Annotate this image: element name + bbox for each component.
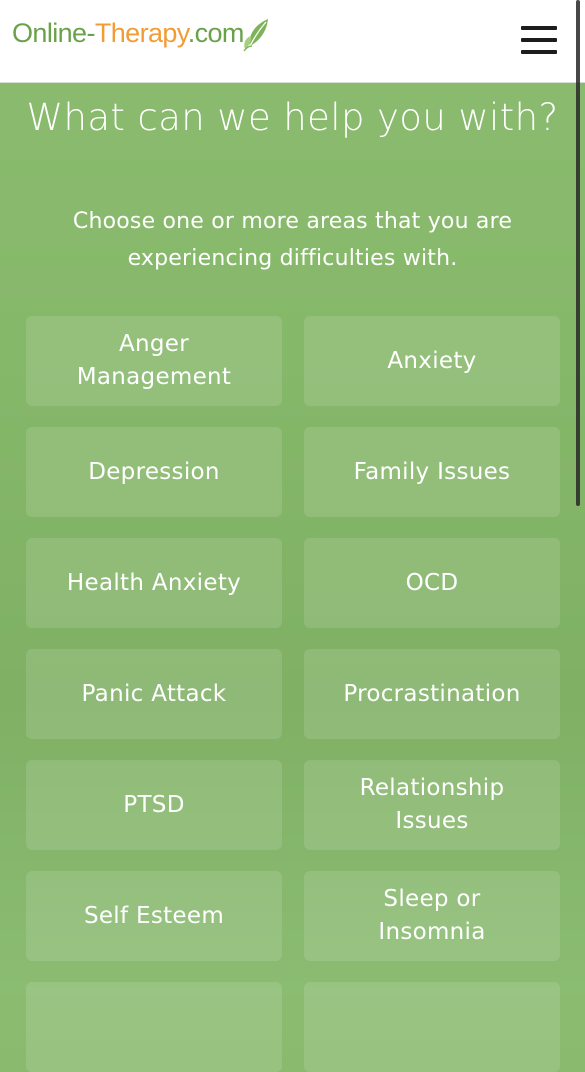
logo-text-online: Online- <box>12 18 95 48</box>
leaf-icon <box>243 19 268 52</box>
logo-text-therapy: Therapy <box>94 18 188 48</box>
site-logo[interactable]: Online-Therapy.com <box>12 20 244 47</box>
option-procrastination[interactable]: Procrastination <box>304 649 560 739</box>
hamburger-menu-icon <box>521 38 557 42</box>
option-panic-attack[interactable]: Panic Attack <box>26 649 282 739</box>
page-subtitle: Choose one or more areas that you are ex… <box>72 209 513 271</box>
hamburger-menu-icon <box>521 50 557 54</box>
option-family-issues[interactable]: Family Issues <box>304 427 560 517</box>
logo-text-com: .com <box>187 18 245 48</box>
scrollbar[interactable] <box>576 0 580 506</box>
option-self-esteem[interactable]: Self Esteem <box>26 871 282 961</box>
option-anger-management[interactable]: Anger Management <box>26 316 282 406</box>
option-ocd[interactable]: OCD <box>304 538 560 628</box>
menu-button[interactable] <box>518 24 560 56</box>
option-health-anxiety[interactable]: Health Anxiety <box>26 538 282 628</box>
option-ptsd[interactable]: PTSD <box>26 760 282 850</box>
problem-options-grid: Anger Management Anxiety Depression Fami… <box>26 316 560 1072</box>
option-depression[interactable]: Depression <box>26 427 282 517</box>
page-title: What can we help you with? <box>26 96 559 139</box>
option-anxiety[interactable]: Anxiety <box>304 316 560 406</box>
hamburger-menu-icon <box>521 26 557 30</box>
option-relationship-issues[interactable]: Relationship Issues <box>304 760 560 850</box>
site-header: Online-Therapy.com <box>0 0 585 83</box>
option-sleep-or-insomnia[interactable]: Sleep or Insomnia <box>304 871 560 961</box>
